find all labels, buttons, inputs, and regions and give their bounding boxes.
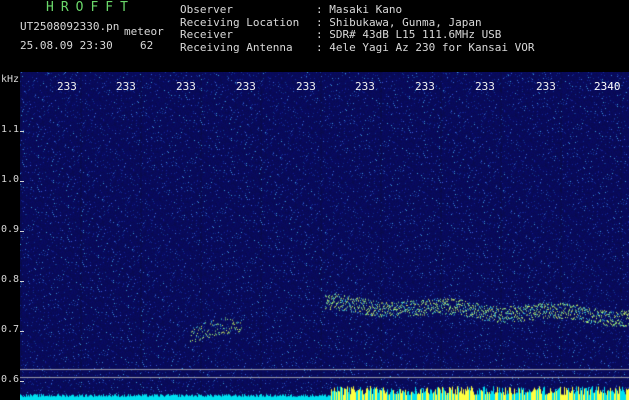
x-tick-label: 233 [296, 80, 316, 93]
y-tick-mark [20, 181, 24, 182]
x-tick-label: 233 [536, 80, 556, 93]
y-axis-unit: kHz [1, 74, 20, 85]
info-key-receiver: Receiver [180, 28, 233, 41]
info-value-receiver: : SDR# 43dB L15 111.6MHz USB [316, 28, 502, 41]
info-values: : Masaki Kano : Shibukawa, Gunma, Japan … [316, 3, 535, 54]
x-tick-label: 233 [415, 80, 435, 93]
y-tick-mark [20, 381, 24, 382]
x-tick-label: 233 [57, 80, 77, 93]
info-value-observer: : Masaki Kano [316, 3, 403, 16]
meteor-label: meteor [124, 25, 164, 38]
y-tick-label: 0.6 [1, 374, 20, 385]
y-tick-label: 0.9 [1, 224, 20, 235]
y-tick-label: 1.0 [1, 174, 20, 185]
info-keys: Observer Receiving Location Receiver Rec… [180, 3, 299, 54]
meteor-count: 62 [140, 39, 154, 52]
y-tick-label: 1.1 [1, 124, 20, 135]
spectrogram-canvas [20, 72, 629, 400]
y-tick-mark [20, 231, 24, 232]
y-tick-mark [20, 131, 24, 132]
x-tick-label: 233 [116, 80, 136, 93]
x-tick-label: 233 [475, 80, 495, 93]
y-tick-mark [20, 281, 24, 282]
y-tick-label: 0.8 [1, 274, 20, 285]
x-tick-label: 233 [176, 80, 196, 93]
file-name: UT2508092330.pn [20, 20, 120, 33]
timestamp: 25.08.09 23:30 [20, 39, 113, 52]
y-tick-label: 0.7 [1, 324, 20, 335]
x-tick-label: 233 [236, 80, 256, 93]
info-value-antenna: : 4ele Yagi Az 230 for Kansai VOR [316, 40, 535, 54]
x-tick-label: 2340 [594, 80, 621, 93]
x-tick-label: 233 [355, 80, 375, 93]
y-tick-mark [20, 331, 24, 332]
header-panel: HROFFT UT2508092330.pn meteor 25.08.09 2… [0, 0, 629, 72]
spectrogram-plot [20, 72, 629, 400]
info-key-observer: Observer [180, 3, 233, 16]
info-key-antenna: Receiving Antenna [180, 40, 293, 54]
hrofft-logo: HROFFT [46, 0, 135, 15]
